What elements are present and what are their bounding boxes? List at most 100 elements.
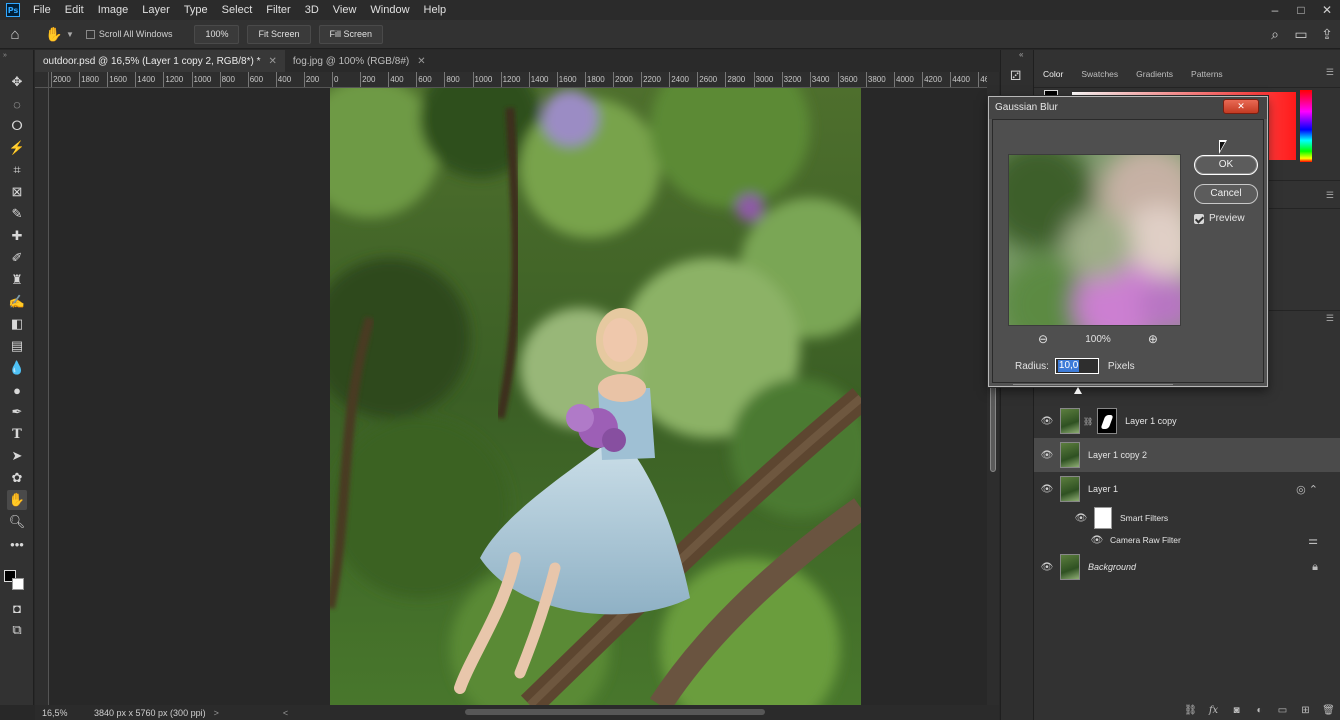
- link-layers-icon[interactable]: ⛓: [1179, 705, 1202, 716]
- menu-file[interactable]: File: [26, 0, 58, 20]
- radius-slider-track[interactable]: [1013, 384, 1173, 385]
- menu-filter[interactable]: Filter: [259, 0, 297, 20]
- clone-stamp-tool-icon[interactable]: ♜: [7, 270, 27, 290]
- visibility-eye-icon[interactable]: 👁: [1084, 535, 1110, 546]
- adjustment-layer-icon[interactable]: ◐: [1248, 705, 1271, 716]
- zoom-out-icon[interactable]: ⊖: [1038, 332, 1048, 346]
- healing-brush-tool-icon[interactable]: ✚: [7, 226, 27, 246]
- radius-input[interactable]: 10,0: [1054, 358, 1099, 374]
- menu-window[interactable]: Window: [363, 0, 416, 20]
- checkbox-box[interactable]: [85, 29, 95, 39]
- vertical-ruler[interactable]: [35, 88, 49, 705]
- menu-3d[interactable]: 3D: [298, 0, 326, 20]
- tool-preset-caret-icon[interactable]: ▼: [66, 30, 74, 39]
- status-menu-arrow-icon[interactable]: >: [214, 708, 219, 718]
- layer-row-selected[interactable]: 👁 Layer 1 copy 2: [1034, 438, 1340, 472]
- zoom-tool-icon[interactable]: 🔍︎: [7, 512, 27, 532]
- camera-raw-filter-row[interactable]: 👁 Camera Raw Filter ⚌: [1034, 530, 1340, 550]
- type-tool-icon[interactable]: T: [7, 424, 27, 444]
- menu-layer[interactable]: Layer: [135, 0, 177, 20]
- checkbox-checked[interactable]: [1194, 213, 1204, 224]
- magic-wand-tool-icon[interactable]: ⚡: [7, 138, 27, 158]
- crop-tool-icon[interactable]: ⌗: [7, 160, 27, 180]
- background-color-swatch[interactable]: [12, 578, 24, 590]
- hand-tool-icon[interactable]: ✋: [7, 490, 27, 510]
- add-mask-icon[interactable]: ◙: [1225, 705, 1248, 716]
- path-selection-tool-icon[interactable]: ➤: [7, 446, 27, 466]
- tab-color[interactable]: Color: [1034, 69, 1072, 79]
- new-layer-icon[interactable]: ⊞: [1294, 705, 1317, 716]
- blur-tool-icon[interactable]: 💧: [7, 358, 27, 378]
- photoshop-logo-icon[interactable]: Ps: [6, 3, 20, 17]
- panel-menu-icon[interactable]: ☰: [1326, 313, 1334, 324]
- fit-screen-button[interactable]: Fit Screen: [247, 24, 311, 44]
- cancel-button[interactable]: Cancel: [1194, 184, 1258, 204]
- zoom-100-button[interactable]: 100%: [194, 24, 240, 44]
- tab-fog-jpg[interactable]: fog.jpg @ 100% (RGB/8#) ✕: [285, 50, 434, 72]
- radius-value[interactable]: 10,0: [1057, 360, 1080, 372]
- menu-type[interactable]: Type: [177, 0, 215, 20]
- fill-screen-button[interactable]: Fill Screen: [318, 24, 384, 44]
- tab-outdoor-psd[interactable]: outdoor.psd @ 16,5% (Layer 1 copy 2, RGB…: [35, 50, 285, 72]
- tab-patterns[interactable]: Patterns: [1182, 69, 1232, 79]
- more-tools-icon[interactable]: •••: [7, 534, 27, 554]
- ruler-corner[interactable]: [35, 72, 49, 88]
- smart-filter-options-icon[interactable]: ◎ ⌃: [1296, 483, 1318, 496]
- delete-layer-icon[interactable]: 🗑︎: [1317, 705, 1340, 716]
- fx-icon[interactable]: fx: [1202, 705, 1225, 716]
- visibility-eye-icon[interactable]: 👁: [1034, 450, 1060, 461]
- zoom-level[interactable]: 16,5%: [35, 708, 80, 718]
- collapse-toolbar-icon[interactable]: »: [3, 52, 7, 59]
- custom-shape-tool-icon[interactable]: ✿: [7, 468, 27, 488]
- pen-tool-icon[interactable]: ✒: [7, 402, 27, 422]
- smart-filter-mask-thumbnail[interactable]: [1094, 507, 1112, 529]
- layer-name[interactable]: Layer 1 copy: [1125, 416, 1177, 426]
- link-icon[interactable]: ⛓: [1083, 417, 1093, 426]
- tab-gradients[interactable]: Gradients: [1127, 69, 1182, 79]
- search-icon[interactable]: ⌕: [1262, 26, 1288, 43]
- quick-mask-icon[interactable]: ◘: [7, 598, 27, 618]
- scroll-all-windows-checkbox[interactable]: Scroll All Windows: [85, 29, 172, 39]
- minimize-icon[interactable]: –: [1262, 0, 1288, 20]
- lock-icon[interactable]: 🔒︎: [1312, 561, 1318, 574]
- filter-blending-options-icon[interactable]: ⚌: [1308, 534, 1318, 547]
- history-brush-tool-icon[interactable]: ✍: [7, 292, 27, 312]
- hue-slider[interactable]: [1300, 90, 1312, 162]
- layer-mask-thumbnail[interactable]: [1097, 408, 1118, 434]
- maximize-icon[interactable]: □: [1288, 0, 1314, 20]
- layer-row[interactable]: 👁 ⛓ Layer 1 copy: [1034, 404, 1340, 438]
- marquee-tool-icon[interactable]: ◌: [7, 94, 27, 114]
- new-group-icon[interactable]: ▭: [1271, 705, 1294, 716]
- ok-button[interactable]: OK: [1194, 155, 1258, 175]
- dialog-close-button[interactable]: ✕: [1223, 99, 1259, 114]
- tab-swatches[interactable]: Swatches: [1072, 69, 1127, 79]
- eraser-tool-icon[interactable]: ◧: [7, 314, 27, 334]
- scroll-left-arrow-icon[interactable]: <: [283, 708, 288, 718]
- layer-row[interactable]: 👁 Background 🔒︎: [1034, 550, 1340, 584]
- visibility-eye-icon[interactable]: 👁: [1034, 562, 1060, 573]
- menu-view[interactable]: View: [326, 0, 364, 20]
- hand-tool-icon[interactable]: ✋: [44, 26, 64, 43]
- layer-row[interactable]: 👁 Layer 1 ◎ ⌃: [1034, 472, 1340, 506]
- history-panel-icon[interactable]: ⚂: [1010, 68, 1021, 84]
- brush-tool-icon[interactable]: ✐: [7, 248, 27, 268]
- menu-select[interactable]: Select: [215, 0, 260, 20]
- close-icon[interactable]: ✕: [1314, 0, 1340, 20]
- document-image[interactable]: [330, 88, 861, 705]
- menu-image[interactable]: Image: [91, 0, 136, 20]
- visibility-eye-icon[interactable]: 👁: [1074, 513, 1088, 524]
- gradient-tool-icon[interactable]: ▤: [7, 336, 27, 356]
- layer-name[interactable]: Layer 1 copy 2: [1088, 450, 1147, 460]
- blur-preview[interactable]: [1008, 154, 1181, 326]
- horizontal-ruler[interactable]: 2000 1800 1600 1400 1200 1000 800 600 400 200 0 200…: [49, 72, 987, 88]
- move-tool-icon[interactable]: ✥: [7, 72, 27, 92]
- menu-help[interactable]: Help: [417, 0, 454, 20]
- menu-edit[interactable]: Edit: [58, 0, 91, 20]
- dodge-tool-icon[interactable]: ●: [7, 380, 27, 400]
- panel-menu-icon[interactable]: ☰: [1326, 190, 1334, 201]
- canvas-area[interactable]: [49, 88, 987, 705]
- close-tab-icon[interactable]: ✕: [417, 56, 425, 67]
- visibility-eye-icon[interactable]: 👁: [1034, 484, 1060, 495]
- preview-checkbox[interactable]: Preview: [1194, 213, 1245, 224]
- layer-name[interactable]: Background: [1088, 562, 1136, 572]
